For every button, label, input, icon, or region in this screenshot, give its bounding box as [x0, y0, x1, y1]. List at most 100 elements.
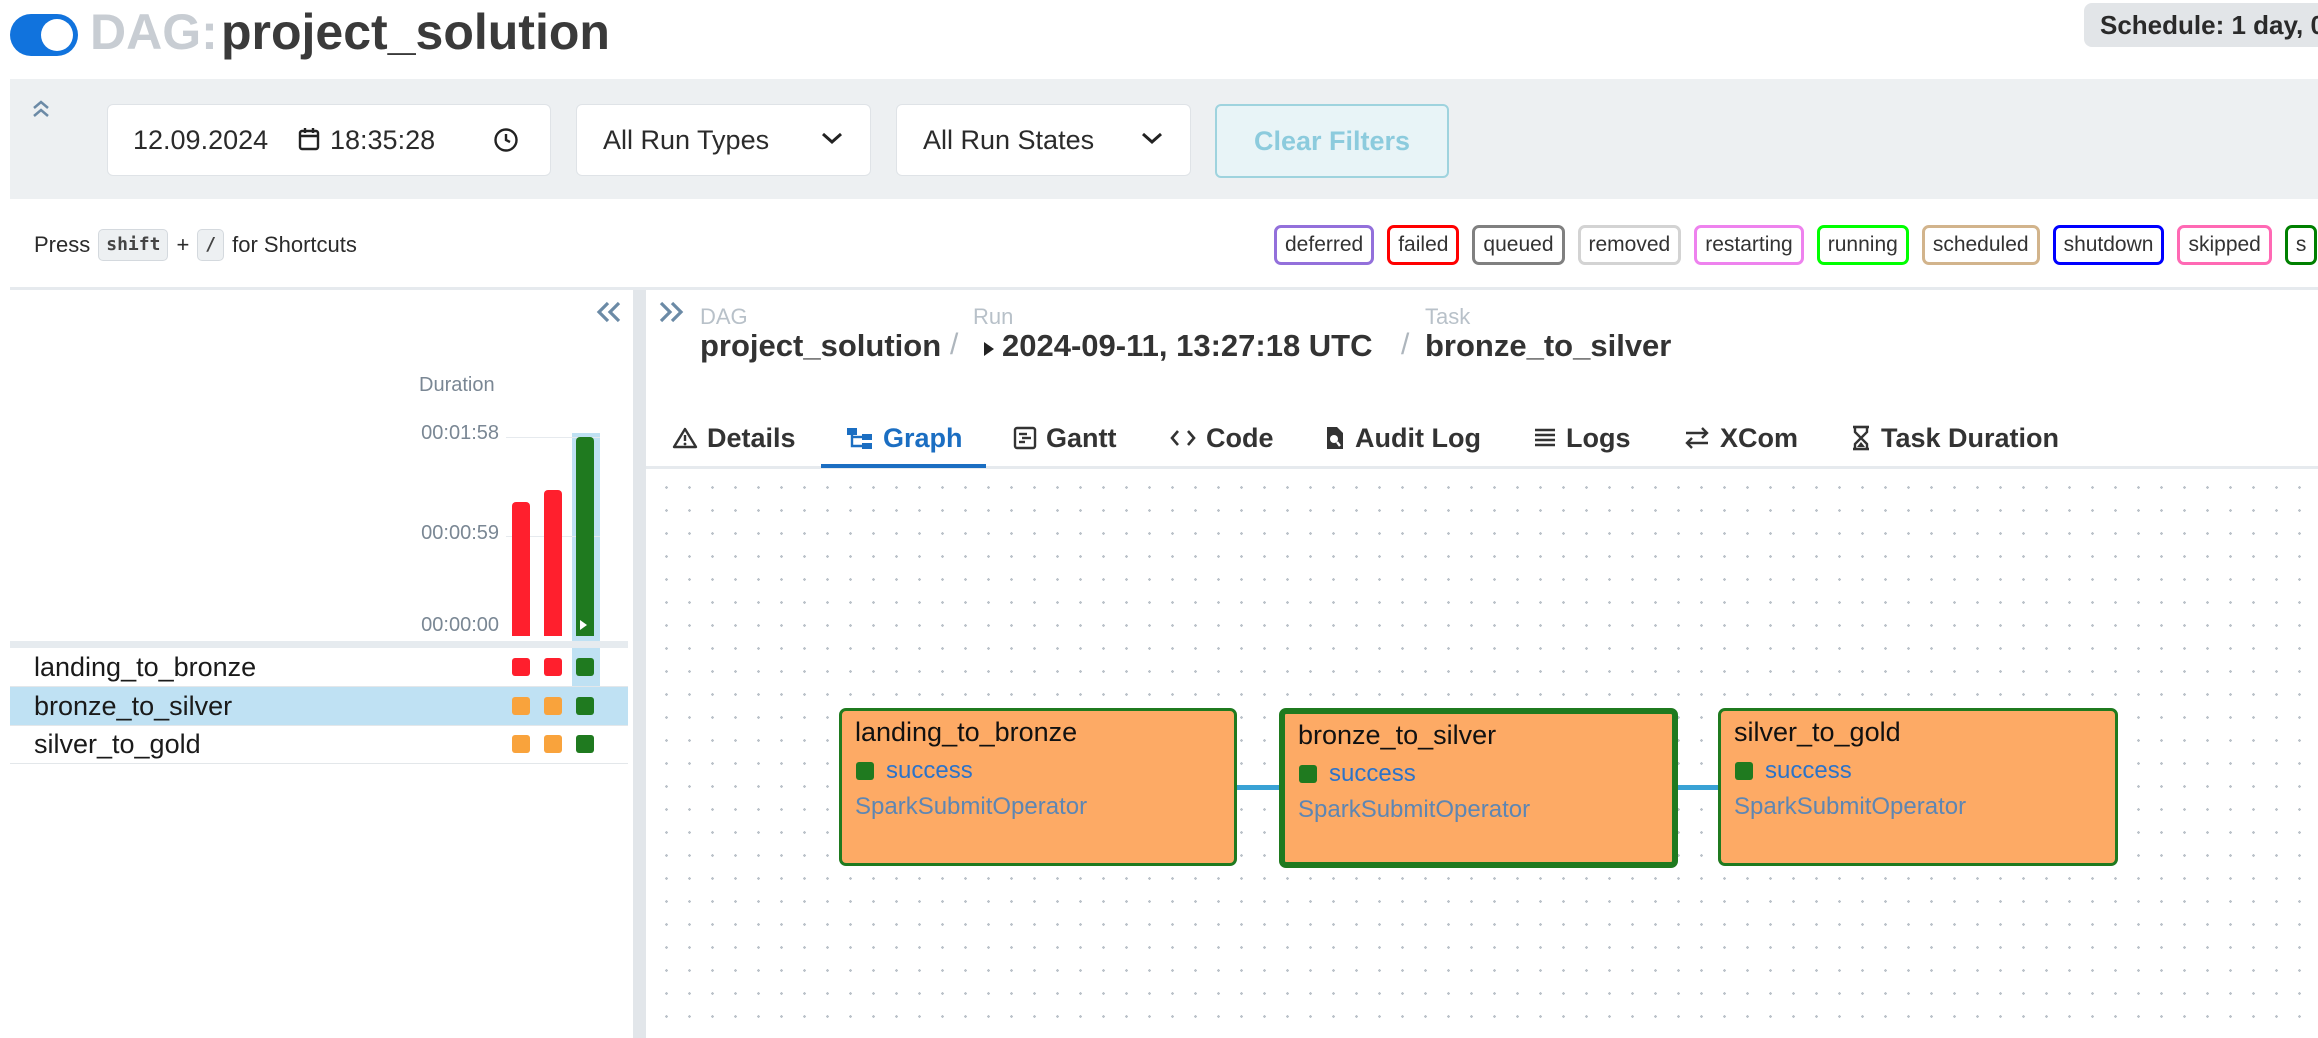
- run-types-value: All Run Types: [603, 125, 770, 155]
- legend-pill[interactable]: running: [1816, 225, 1909, 265]
- breadcrumb-separator: /: [950, 328, 959, 361]
- legend-pill[interactable]: skipped: [2177, 225, 2272, 265]
- graph-edge: [1237, 785, 1281, 790]
- legend-pill[interactable]: scheduled: [1921, 225, 2040, 265]
- tab-code[interactable]: Code: [1169, 412, 1274, 464]
- task-name[interactable]: bronze_to_silver: [34, 687, 232, 725]
- node-operator: SparkSubmitOperator: [1734, 793, 1967, 820]
- breadcrumb-run-label: Run: [973, 304, 1014, 329]
- collapse-grid-icon[interactable]: [594, 298, 624, 326]
- task-instance-square[interactable]: [512, 658, 530, 676]
- tab-details[interactable]: Details: [672, 412, 796, 464]
- duration-tick-min: 00:00:00: [421, 614, 499, 636]
- tab-logs-label: Logs: [1566, 423, 1631, 453]
- state-dot: [1735, 762, 1753, 780]
- run-duration-bar[interactable]: [512, 502, 530, 636]
- tab-graph[interactable]: Graph: [846, 412, 963, 464]
- swap-arrows-icon: [1685, 427, 1709, 449]
- schedule-badge[interactable]: Schedule: 1 day, 0: [2084, 3, 2318, 47]
- section-divider: [10, 287, 2318, 290]
- node-state-label: success: [886, 757, 973, 784]
- node-operator: SparkSubmitOperator: [855, 793, 1088, 820]
- tab-task-duration[interactable]: Task Duration: [1850, 412, 2059, 464]
- task-instance-square[interactable]: [544, 735, 562, 753]
- task-row[interactable]: silver_to_gold: [10, 725, 628, 764]
- task-instance-square[interactable]: [544, 658, 562, 676]
- node-title: bronze_to_silver: [1298, 720, 1497, 750]
- task-row[interactable]: bronze_to_silver: [10, 687, 628, 726]
- legend-pill[interactable]: deferred: [1274, 225, 1375, 265]
- file-search-icon: [1327, 427, 1343, 449]
- dag-pause-toggle[interactable]: [10, 14, 78, 56]
- graph-edge: [1677, 785, 1720, 790]
- task-instance-square[interactable]: [576, 658, 594, 676]
- node-title: silver_to_gold: [1734, 717, 1901, 747]
- play-marker-icon: [580, 620, 587, 630]
- run-types-select[interactable]: All Run Types: [576, 104, 871, 176]
- node-state-label: success: [1765, 757, 1852, 784]
- shortcut-key-shift: shift: [98, 229, 169, 261]
- node-title: landing_to_bronze: [855, 717, 1078, 747]
- graph-node[interactable]: landing_to_bronze success SparkSubmitOpe…: [839, 708, 1237, 866]
- tab-audit-log[interactable]: Audit Log: [1324, 412, 1481, 464]
- clear-filters-button[interactable]: Clear Filters: [1215, 104, 1449, 178]
- task-row[interactable]: landing_to_bronze: [10, 648, 628, 687]
- chevron-down-icon: [1142, 132, 1162, 145]
- legend-pill[interactable]: shutdown: [2052, 225, 2165, 265]
- legend-pill[interactable]: queued: [1472, 225, 1565, 265]
- task-instance-square[interactable]: [512, 735, 530, 753]
- collapse-up-icon[interactable]: [30, 96, 52, 122]
- state-dot: [856, 762, 874, 780]
- task-name[interactable]: silver_to_gold: [34, 725, 201, 763]
- code-icon: [1170, 430, 1196, 446]
- run-duration-bar[interactable]: [576, 437, 594, 636]
- breadcrumb-separator: /: [1401, 328, 1410, 361]
- dag-label: DAG:: [90, 4, 218, 60]
- breadcrumb-task-label: Task: [1425, 304, 1471, 329]
- state-legend: deferred failed queued removed restarting run…: [1274, 225, 2318, 265]
- tab-code-label: Code: [1206, 423, 1274, 453]
- panel-splitter[interactable]: [633, 290, 646, 1038]
- gantt-icon: [1013, 426, 1037, 450]
- list-icon: [1535, 428, 1555, 447]
- duration-tick-mid: 00:00:59: [421, 522, 499, 544]
- expand-details-icon[interactable]: [656, 298, 686, 326]
- legend-pill[interactable]: removed: [1577, 225, 1682, 265]
- task-instance-square[interactable]: [544, 697, 562, 715]
- run-duration-bar[interactable]: [544, 490, 562, 636]
- node-state: success: [856, 757, 973, 785]
- tab-xcom[interactable]: XCom: [1683, 412, 1798, 464]
- breadcrumb-task[interactable]: bronze_to_silver: [1425, 328, 1671, 364]
- node-operator: SparkSubmitOperator: [1298, 796, 1531, 823]
- clock-icon[interactable]: [493, 127, 519, 153]
- task-instance-square[interactable]: [576, 697, 594, 715]
- legend-pill[interactable]: restarting: [1694, 225, 1804, 265]
- calendar-icon[interactable]: [298, 127, 320, 151]
- duration-tick-max: 00:01:58: [421, 422, 499, 444]
- shortcut-key-slash: /: [197, 229, 225, 261]
- graph-node-selected[interactable]: bronze_to_silver success SparkSubmitOper…: [1279, 708, 1678, 868]
- breadcrumb-run[interactable]: 2024-09-11, 13:27:18 UTC: [1002, 328, 1373, 364]
- graph-node[interactable]: silver_to_gold success SparkSubmitOperat…: [1718, 708, 2118, 866]
- task-name[interactable]: landing_to_bronze: [34, 648, 256, 686]
- tab-gantt[interactable]: Gantt: [1013, 412, 1117, 464]
- breadcrumb-dag-label: DAG: [700, 304, 748, 329]
- tab-task-duration-label: Task Duration: [1881, 423, 2060, 453]
- execution-date-input[interactable]: 12.09.2024 18:35:28: [107, 104, 551, 176]
- legend-pill[interactable]: failed: [1387, 225, 1460, 265]
- task-instance-square[interactable]: [512, 697, 530, 715]
- tab-logs[interactable]: Logs: [1533, 412, 1631, 464]
- shortcut-suffix: for Shortcuts: [232, 232, 357, 257]
- shortcuts-hint: Press shift + / for Shortcuts: [34, 229, 357, 261]
- chevron-down-icon: [822, 132, 842, 145]
- run-states-select[interactable]: All Run States: [896, 104, 1191, 176]
- hourglass-icon: [1853, 425, 1869, 451]
- node-state-label: success: [1329, 760, 1416, 787]
- task-instance-square[interactable]: [576, 735, 594, 753]
- graph-icon: [847, 428, 872, 449]
- legend-pill[interactable]: s: [2284, 225, 2318, 265]
- tab-details-label: Details: [707, 423, 796, 453]
- date-value: 12.09.2024: [133, 125, 269, 155]
- shortcut-plus: +: [176, 232, 190, 257]
- breadcrumb-dag[interactable]: project_solution: [700, 328, 941, 364]
